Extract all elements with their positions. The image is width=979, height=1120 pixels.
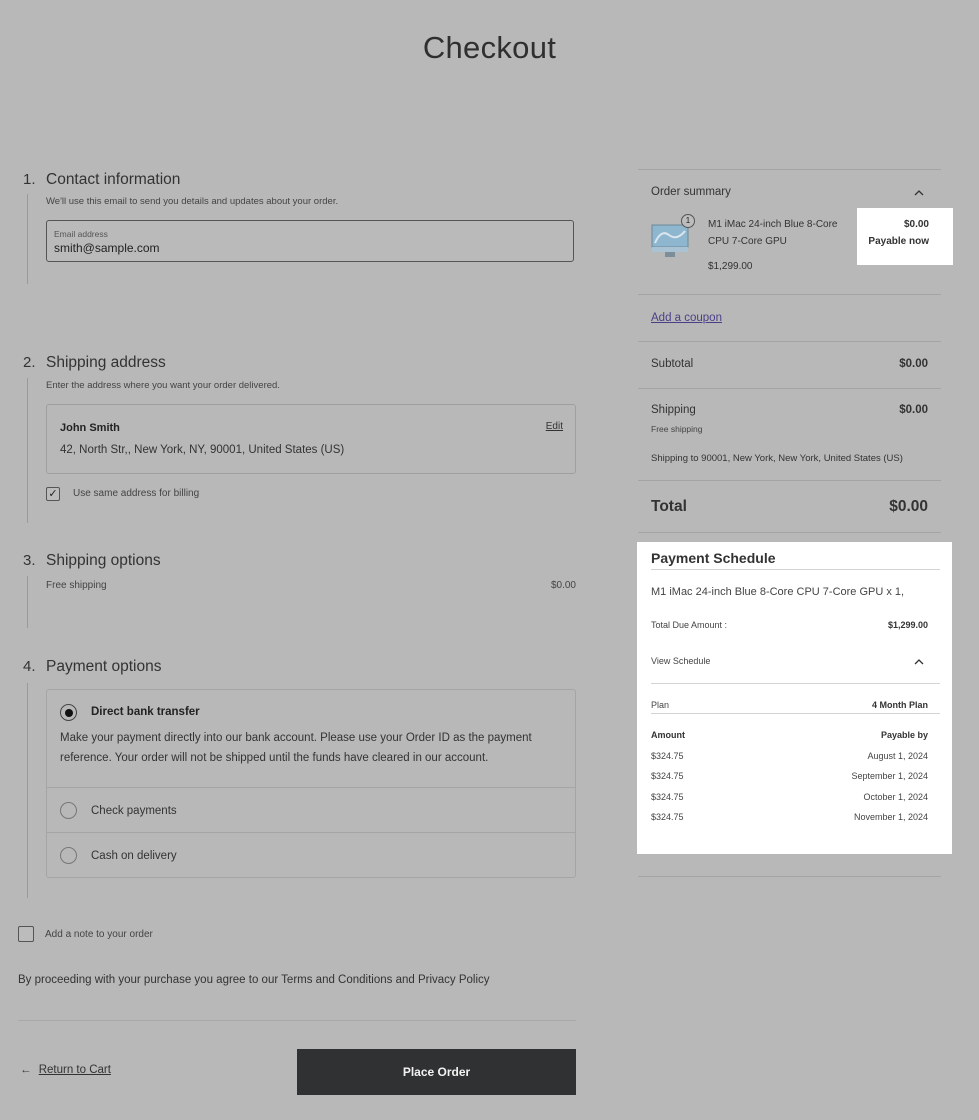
- payable-by-header: Payable by: [880, 730, 928, 740]
- divider: [638, 532, 941, 533]
- step-number: 4.: [23, 658, 36, 675]
- bank-transfer-description: Make your payment directly into our bank…: [60, 732, 532, 744]
- step-title-shipping-address: Shipping address: [46, 354, 166, 371]
- return-to-cart-link[interactable]: ← Return to Cart: [20, 1064, 111, 1076]
- terms-text: By proceeding with your purchase you agr…: [18, 974, 490, 986]
- step-title-shipping-options: Shipping options: [46, 552, 161, 569]
- step-number: 2.: [23, 354, 36, 371]
- shipping-method: Free shipping: [651, 424, 703, 434]
- step-number: 1.: [23, 171, 36, 188]
- radio-direct-bank-transfer[interactable]: [60, 704, 77, 721]
- step-connector: [27, 683, 28, 898]
- billing-checkbox-label: Use same address for billing: [73, 488, 200, 499]
- step-title-payment-options: Payment options: [46, 658, 162, 675]
- divider: [651, 683, 940, 684]
- chevron-up-icon[interactable]: [911, 655, 927, 669]
- schedule-date: November 1, 2024: [853, 812, 928, 822]
- schedule-date: August 1, 2024: [867, 751, 928, 761]
- edit-address-link[interactable]: Edit: [546, 421, 563, 432]
- payment-method-label[interactable]: Check payments: [91, 805, 177, 817]
- view-schedule-toggle[interactable]: View Schedule: [651, 656, 710, 666]
- schedule-amount: $324.75: [651, 751, 684, 761]
- arrow-left-icon: ←: [20, 1064, 32, 1076]
- quantity-badge: 1: [681, 214, 695, 228]
- step-connector: [27, 576, 28, 628]
- chevron-up-icon[interactable]: [911, 186, 927, 200]
- place-order-button[interactable]: Place Order: [297, 1049, 576, 1095]
- address-line: 42, North Str,, New York, NY, 90001, Uni…: [60, 444, 345, 456]
- amount-header: Amount: [651, 730, 685, 740]
- bank-transfer-description: reference. Your order will not be shippe…: [60, 752, 489, 764]
- payment-method-label[interactable]: Direct bank transfer: [91, 706, 200, 718]
- product-price: $0.00: [903, 219, 929, 230]
- check-icon: ✓: [48, 488, 58, 500]
- product-name: M1 iMac 24-inch Blue 8-Core: [708, 219, 838, 230]
- return-to-cart-label: Return to Cart: [38, 1064, 111, 1076]
- step-description: We'll use this email to send you details…: [46, 196, 339, 207]
- divider: [18, 1020, 576, 1021]
- schedule-date: October 1, 2024: [863, 792, 928, 802]
- order-summary-title: Order summary: [651, 186, 731, 198]
- shipping-label: Shipping: [651, 404, 696, 416]
- divider: [638, 341, 941, 342]
- divider: [651, 713, 940, 714]
- payment-methods: Direct bank transfer Make your payment d…: [46, 689, 576, 878]
- add-coupon-link[interactable]: Add a coupon: [651, 312, 722, 324]
- divider: [638, 294, 941, 295]
- step-connector: [27, 194, 28, 284]
- subtotal-value: $0.00: [899, 358, 928, 370]
- total-due-label: Total Due Amount :: [651, 620, 728, 630]
- plan-label: Plan: [651, 700, 670, 710]
- email-field[interactable]: Email address smith@sample.com: [46, 220, 574, 262]
- shipping-value: $0.00: [899, 404, 928, 416]
- payment-schedule-panel: Payment Schedule M1 iMac 24-inch Blue 8-…: [637, 542, 952, 854]
- add-note-label: Add a note to your order: [45, 929, 153, 940]
- step-number: 3.: [23, 552, 36, 569]
- shipping-option-price: $0.00: [550, 580, 576, 591]
- total-due-value: $1,299.00: [887, 620, 928, 630]
- payable-now-highlight: $0.00 Payable now: [857, 208, 953, 265]
- plan-value: 4 Month Plan: [872, 700, 928, 710]
- address-card: John Smith 42, North Str,, New York, NY,…: [46, 404, 576, 474]
- step-connector: [27, 378, 28, 523]
- payment-schedule-title: Payment Schedule: [651, 550, 776, 566]
- divider: [638, 388, 941, 389]
- address-name: John Smith: [60, 422, 120, 434]
- subtotal-label: Subtotal: [651, 358, 694, 370]
- radio-selected-dot: [64, 708, 73, 717]
- divider: [638, 876, 941, 877]
- schedule-amount: $324.75: [651, 771, 684, 781]
- shipping-option-label: Free shipping: [46, 580, 107, 591]
- shipping-destination: Shipping to 90001, New York, New York, U…: [651, 453, 903, 464]
- product-unit-price: $1,299.00: [708, 261, 753, 272]
- schedule-date: September 1, 2024: [851, 771, 928, 781]
- schedule-product-line: M1 iMac 24-inch Blue 8-Core CPU 7-Core G…: [651, 586, 905, 598]
- divider: [47, 787, 575, 788]
- schedule-amount: $324.75: [651, 812, 684, 822]
- email-label: Email address: [54, 229, 108, 239]
- radio-check-payments[interactable]: [60, 802, 77, 819]
- schedule-amount: $324.75: [651, 792, 684, 802]
- radio-cash-on-delivery[interactable]: [60, 847, 77, 864]
- divider: [47, 832, 575, 833]
- email-value[interactable]: smith@sample.com: [54, 241, 160, 255]
- page-title: Checkout: [422, 30, 557, 65]
- step-title-contact: Contact information: [46, 171, 181, 188]
- product-name: CPU 7-Core GPU: [708, 236, 787, 247]
- payable-now-label: Payable now: [868, 236, 929, 247]
- step-description: Enter the address where you want your or…: [46, 380, 280, 391]
- divider: [638, 480, 941, 481]
- payment-method-label[interactable]: Cash on delivery: [91, 850, 177, 862]
- add-note-checkbox[interactable]: [18, 926, 34, 942]
- billing-same-checkbox[interactable]: ✓: [46, 487, 60, 501]
- divider: [651, 569, 940, 570]
- divider: [638, 169, 941, 170]
- total-value: $0.00: [889, 498, 928, 515]
- total-label: Total: [651, 498, 687, 515]
